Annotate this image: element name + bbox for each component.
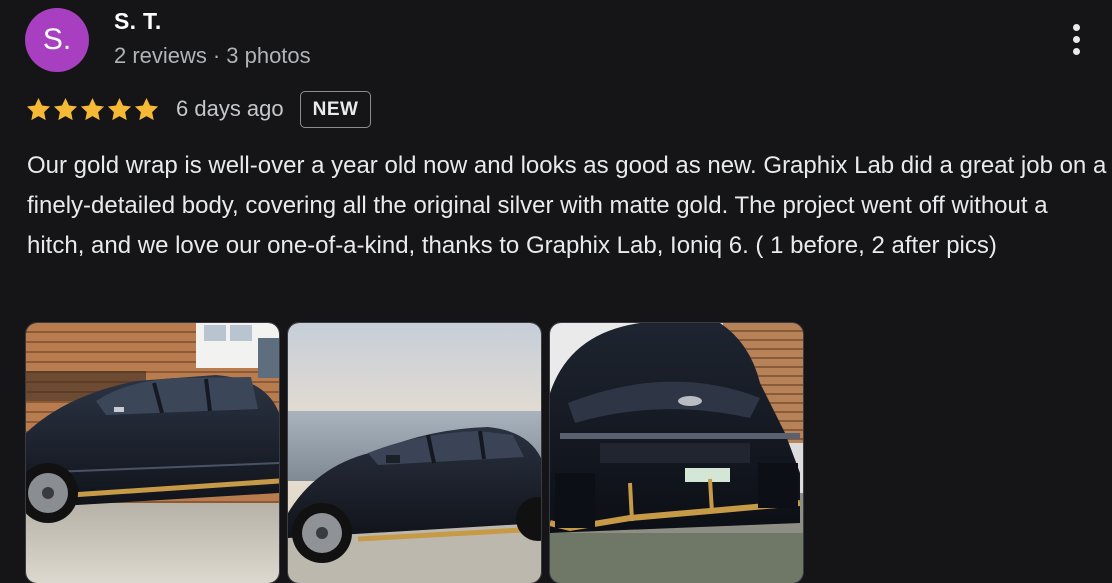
review-date: 6 days ago: [176, 96, 284, 121]
star-icon: [107, 97, 132, 120]
reviewer-meta: 2 reviews · 3 photos: [114, 43, 311, 69]
star-icon: [134, 97, 159, 120]
star-icon: [53, 97, 78, 120]
review-count: 2 reviews: [114, 43, 207, 68]
review-text: Our gold wrap is well-over a year old no…: [27, 152, 1107, 259]
review-photo-3[interactable]: [549, 322, 804, 583]
photo-count: 3 photos: [226, 43, 311, 68]
reviewer-name[interactable]: S. T.: [114, 8, 162, 35]
star-rating: [25, 96, 160, 123]
new-badge: NEW: [299, 90, 372, 128]
review-photo-1[interactable]: [25, 322, 280, 583]
car-photo-image: [26, 323, 279, 583]
more-vert-icon-dot: [1072, 35, 1080, 43]
more-options-button[interactable]: [1060, 18, 1092, 60]
star-icon: [80, 97, 105, 120]
more-vert-icon-dot: [1072, 47, 1080, 55]
avatar[interactable]: S.: [25, 8, 89, 72]
review-photos: [25, 322, 804, 583]
more-vert-icon-dot: [1072, 23, 1080, 31]
car-photo-image: [550, 323, 803, 583]
review-photo-2[interactable]: [287, 322, 542, 583]
car-photo-image: [288, 323, 541, 583]
star-icon: [26, 97, 51, 120]
avatar-initial: S.: [42, 23, 72, 56]
rating-row: 6 days ago NEW: [25, 88, 372, 130]
meta-separator: ·: [212, 43, 221, 68]
